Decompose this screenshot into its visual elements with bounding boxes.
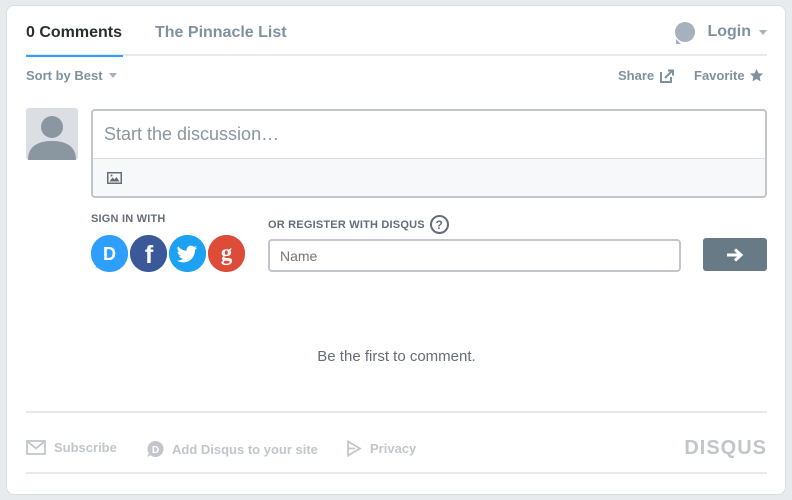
google-login-button[interactable]: g	[208, 235, 245, 272]
chevron-down-icon	[759, 29, 767, 35]
disqus-login-button[interactable]: D	[91, 235, 128, 272]
favorite-button[interactable]: Favorite	[694, 68, 764, 83]
login-menu[interactable]: Login	[675, 22, 767, 44]
social-login-list: D f g	[91, 235, 245, 272]
twitter-icon	[169, 235, 206, 272]
privacy-link[interactable]: Privacy	[346, 440, 416, 457]
privacy-label: Privacy	[370, 441, 417, 456]
facebook-icon: f	[130, 235, 167, 272]
comment-input[interactable]: Start the discussion…	[93, 111, 765, 159]
add-disqus-label: Add Disqus to your site	[172, 441, 318, 457]
name-input[interactable]	[268, 239, 681, 272]
sort-label: Sort by Best	[26, 68, 103, 83]
footer-bottom-divider	[26, 472, 767, 474]
sort-dropdown[interactable]: Sort by Best	[26, 68, 117, 83]
share-button[interactable]: Share	[618, 68, 675, 83]
help-icon[interactable]: ?	[429, 215, 449, 234]
tab-comments[interactable]: 0 Comments	[26, 24, 124, 57]
composer-toolbar	[93, 159, 765, 196]
top-nav: 0 Comments The Pinnacle List Login	[26, 6, 767, 57]
login-label: Login	[707, 23, 751, 40]
tab-community[interactable]: The Pinnacle List	[155, 24, 287, 42]
svg-text:f: f	[145, 241, 154, 269]
star-icon	[749, 68, 763, 82]
subscribe-link[interactable]: Subscribe	[26, 440, 117, 455]
comment-composer[interactable]: Start the discussion…	[91, 109, 767, 198]
svg-text:D: D	[152, 445, 159, 456]
comments-widget: 0 Comments The Pinnacle List Login Sort …	[6, 5, 786, 495]
submit-button[interactable]	[703, 238, 767, 271]
share-label: Share	[618, 68, 655, 83]
envelope-icon	[26, 440, 46, 455]
subscribe-label: Subscribe	[54, 440, 117, 455]
favorite-label: Favorite	[694, 68, 745, 83]
sort-bar: Sort by Best Share Favorite	[26, 68, 767, 88]
google-icon: g	[208, 235, 245, 272]
svg-text:D: D	[103, 244, 116, 264]
add-disqus-link[interactable]: D Add Disqus to your site	[146, 440, 318, 458]
footer: Subscribe D Add Disqus to your site Priv…	[26, 437, 767, 460]
register-label-text: OR REGISTER WITH DISQUS	[268, 218, 425, 231]
signin-label: SIGN IN WITH	[91, 213, 166, 225]
avatar	[26, 108, 78, 160]
disqus-logo[interactable]: DISQUS	[684, 437, 767, 460]
disqus-icon: D	[147, 441, 164, 457]
footer-divider	[26, 411, 767, 413]
svg-text:g: g	[221, 240, 233, 265]
arrow-right-icon	[727, 247, 744, 262]
chevron-down-icon	[108, 73, 117, 78]
disqus-icon: D	[91, 235, 128, 272]
twitter-login-button[interactable]	[169, 235, 206, 272]
share-icon	[660, 69, 675, 83]
empty-state-message: Be the first to comment.	[317, 348, 476, 365]
privacy-icon	[347, 440, 362, 457]
image-upload-icon[interactable]	[107, 172, 122, 184]
facebook-login-button[interactable]: f	[130, 235, 167, 272]
user-bubble-icon	[675, 22, 696, 44]
user-silhouette-icon	[26, 108, 78, 160]
register-label: OR REGISTER WITH DISQUS ?	[268, 215, 449, 234]
